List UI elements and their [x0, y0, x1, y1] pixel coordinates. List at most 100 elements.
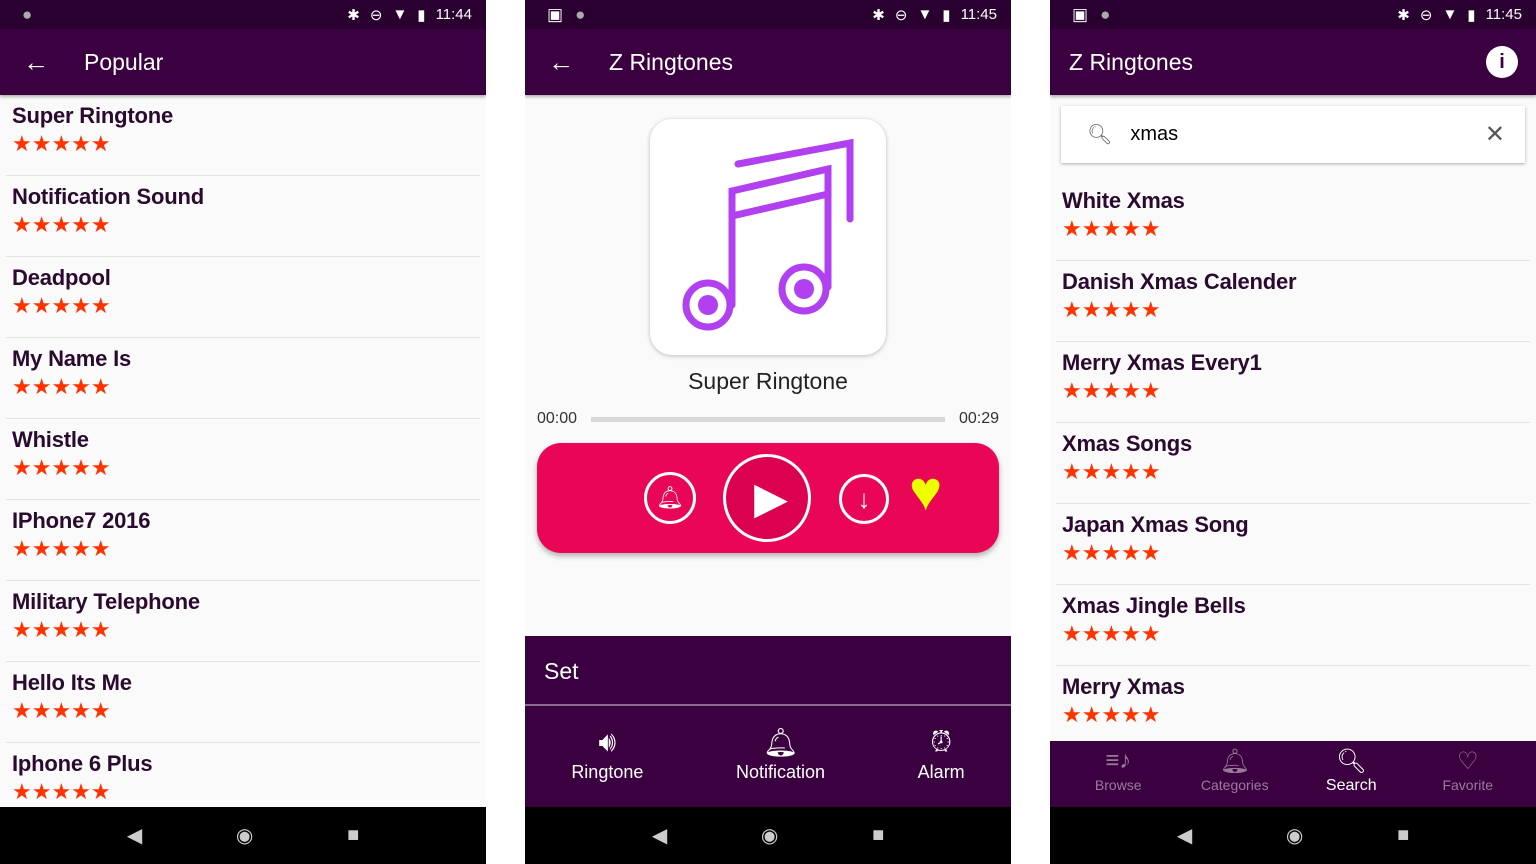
rating-stars: ★★★★★	[12, 779, 111, 804]
song-title: Super Ringtone	[688, 368, 848, 394]
notification-dot-icon: ●	[1100, 4, 1111, 24]
list-item[interactable]: Xmas Jingle Bells ★★★★★	[1056, 585, 1530, 666]
dnd-icon: ⊖	[369, 6, 383, 24]
alarm-clock-icon: ⏰︎	[930, 726, 953, 757]
list-item[interactable]: Super Ringtone ★★★★★	[6, 95, 480, 176]
back-nav-icon[interactable]: ◀	[127, 823, 142, 848]
set-header: Set	[525, 636, 1011, 706]
set-panel: Set 🔊︎ Ringtone 🔔︎ Notification ⏰︎ Alarm	[525, 636, 1011, 807]
home-nav-icon[interactable]: ◉	[236, 823, 253, 848]
ringtone-title: Military Telephone	[12, 589, 200, 614]
option-label: Ringtone	[571, 762, 644, 782]
search-bar: 🔍︎ ✕	[1061, 106, 1525, 163]
clock: 11:45	[1485, 6, 1522, 23]
status-bar: ▣ ● ✱ ⊖ ▼ ▮ 11:45	[525, 0, 1011, 29]
system-nav-bar: ◀ ◉ ■	[1050, 807, 1536, 864]
play-button[interactable]: ▶	[723, 454, 811, 542]
home-nav-icon[interactable]: ◉	[761, 823, 778, 848]
back-nav-icon[interactable]: ◀	[1177, 823, 1192, 848]
recents-nav-icon[interactable]: ■	[347, 824, 359, 847]
favorite-heart-icon[interactable]: ♥	[909, 463, 942, 519]
bluetooth-icon: ✱	[347, 6, 360, 24]
list-item[interactable]: Hello Its Me ★★★★★	[6, 662, 480, 743]
list-item[interactable]: My Name Is ★★★★★	[6, 338, 480, 419]
rating-stars: ★★★★★	[12, 536, 111, 561]
duration: 00:29	[958, 410, 999, 427]
current-time: 00:00	[537, 410, 578, 427]
recents-nav-icon[interactable]: ■	[1397, 824, 1409, 847]
app-bar: ← Popular	[0, 29, 486, 95]
rating-stars: ★★★★★	[1062, 459, 1161, 484]
hearts-icon: ♡	[1456, 748, 1479, 775]
bells-icon: 🔔︎	[1219, 748, 1250, 775]
list-item[interactable]: Whistle ★★★★★	[6, 419, 480, 500]
wifi-icon: ▼	[392, 6, 408, 23]
home-nav-icon[interactable]: ◉	[1286, 823, 1303, 848]
popular-screen: ● ✱ ⊖ ▼ ▮ 11:44 ← Popular Super Ringtone ★★★★★ N…	[0, 0, 486, 864]
list-item[interactable]: Notification Sound ★★★★★	[6, 176, 480, 257]
page-title: Z Ringtones	[609, 48, 734, 75]
rating-stars: ★★★★★	[12, 698, 111, 723]
speaker-icon: 🔊︎	[598, 726, 617, 757]
music-note-icon	[682, 138, 854, 331]
list-item[interactable]: Merry Xmas ★★★★★	[1056, 666, 1530, 747]
notification-dot-icon: ●	[575, 4, 586, 24]
bell-icon: 🔔︎	[656, 485, 684, 510]
bottom-tab-bar: ≡♪ Browse 🔔︎ Categories 🔍︎ Search ♡ Favorite	[1050, 741, 1536, 807]
system-nav-bar: ◀ ◉ ■	[0, 807, 486, 864]
ringtone-list: Super Ringtone ★★★★★ Notification Sound ★★★…	[0, 95, 486, 824]
rating-stars: ★★★★★	[1062, 621, 1161, 646]
battery-icon: ▮	[942, 6, 951, 24]
list-item[interactable]: Merry Xmas Every1 ★★★★★	[1056, 342, 1530, 423]
rating-stars: ★★★★★	[12, 212, 111, 237]
ringtone-title: Whistle	[12, 427, 89, 452]
rating-stars: ★★★★★	[12, 131, 111, 156]
wifi-icon: ▼	[1442, 6, 1458, 23]
clear-icon[interactable]: ✕	[1485, 120, 1505, 149]
music-list-icon: ≡♪	[1105, 747, 1132, 774]
rating-stars: ★★★★★	[12, 617, 111, 642]
tab-categories[interactable]: 🔔︎ Categories	[1180, 741, 1290, 807]
tab-browse[interactable]: ≡♪ Browse	[1063, 741, 1173, 807]
back-arrow-icon[interactable]: ←	[6, 47, 66, 78]
bell-icon: 🔔︎	[762, 727, 799, 758]
back-nav-icon[interactable]: ◀	[652, 823, 667, 848]
seek-bar[interactable]	[591, 416, 945, 422]
ringtone-title: Merry Xmas	[1062, 674, 1185, 699]
list-item[interactable]: Danish Xmas Calender ★★★★★	[1056, 261, 1530, 342]
tab-label: Favorite	[1442, 777, 1494, 793]
ringtone-title: Japan Xmas Song	[1062, 512, 1249, 537]
rating-stars: ★★★★★	[12, 374, 111, 399]
system-nav-bar: ◀ ◉ ■	[525, 807, 1011, 864]
tab-favorite[interactable]: ♡ Favorite	[1413, 741, 1523, 807]
search-input[interactable]	[1130, 123, 1485, 146]
set-ringtone-option[interactable]: 🔊︎ Ringtone	[571, 726, 643, 783]
back-arrow-icon[interactable]: ←	[531, 47, 591, 78]
rating-stars: ★★★★★	[12, 455, 111, 480]
set-notification-option[interactable]: 🔔︎ Notification	[736, 726, 825, 783]
tab-label: Browse	[1094, 777, 1142, 793]
list-item[interactable]: Japan Xmas Song ★★★★★	[1056, 504, 1530, 585]
info-icon[interactable]: i	[1486, 46, 1518, 78]
clock: 11:44	[435, 6, 472, 23]
set-ringtone-button[interactable]: 🔔︎	[644, 472, 696, 524]
ringtone-title: Danish Xmas Calender	[1062, 269, 1297, 294]
list-item[interactable]: Xmas Songs ★★★★★	[1056, 423, 1530, 504]
ringtone-title: Super Ringtone	[12, 103, 173, 128]
list-item[interactable]: White Xmas ★★★★★	[1056, 180, 1530, 261]
set-alarm-option[interactable]: ⏰︎ Alarm	[918, 726, 965, 783]
rating-stars: ★★★★★	[1062, 702, 1161, 727]
list-item[interactable]: IPhone7 2016 ★★★★★	[6, 500, 480, 581]
dnd-icon: ⊖	[1419, 6, 1433, 24]
wifi-icon: ▼	[917, 6, 933, 23]
status-bar: ● ✱ ⊖ ▼ ▮ 11:44	[0, 0, 486, 29]
clock: 11:45	[960, 6, 997, 23]
list-item[interactable]: Military Telephone ★★★★★	[6, 581, 480, 662]
ringtone-title: IPhone7 2016	[12, 508, 151, 533]
ringtone-title: Xmas Jingle Bells	[1062, 593, 1246, 618]
tab-search[interactable]: 🔍︎ Search	[1296, 741, 1406, 807]
recents-nav-icon[interactable]: ■	[872, 824, 884, 847]
status-bar: ▣ ● ✱ ⊖ ▼ ▮ 11:45	[1050, 0, 1536, 29]
download-button[interactable]: ↓	[839, 474, 889, 524]
list-item[interactable]: Deadpool ★★★★★	[6, 257, 480, 338]
